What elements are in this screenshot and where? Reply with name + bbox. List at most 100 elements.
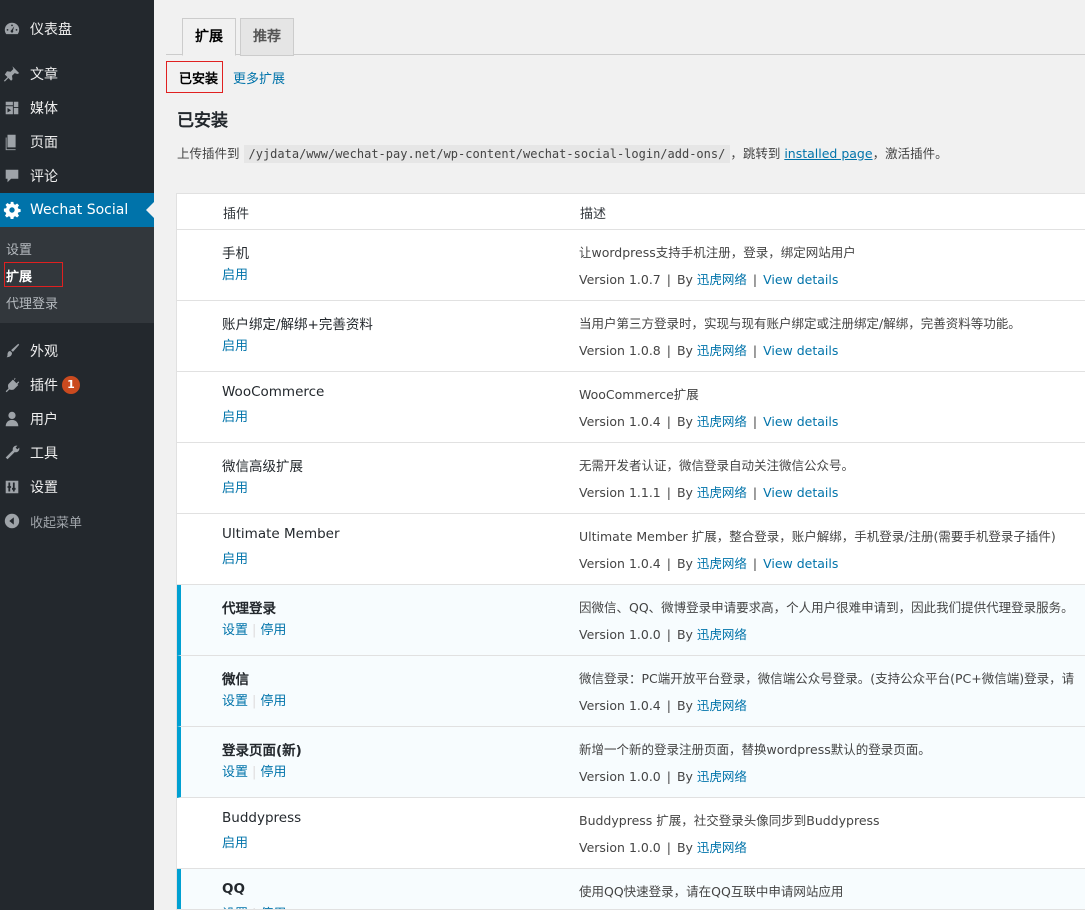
plugin-action-link[interactable]: 启用 xyxy=(222,836,248,851)
meta-separator: | xyxy=(666,627,671,642)
menu-pages[interactable]: 页面 xyxy=(0,125,154,159)
upload-suffix: ，激活插件。 xyxy=(872,146,948,161)
view-details-link[interactable]: View details xyxy=(763,556,838,571)
section-title: 已安装 xyxy=(177,111,228,131)
submenu-proxy-login[interactable]: 代理登录 xyxy=(6,293,58,312)
plugin-name: 代理登录 xyxy=(222,601,276,617)
plugin-by: By xyxy=(676,343,693,358)
menu-users[interactable]: 用户 xyxy=(0,402,154,436)
action-separator: | xyxy=(252,765,257,780)
plugin-by: By xyxy=(676,272,693,287)
plugin-author-link[interactable]: 迅虎网络 xyxy=(697,343,747,358)
plugin-author-link[interactable]: 迅虎网络 xyxy=(697,414,747,429)
plugin-action-link[interactable]: 停用 xyxy=(260,694,286,709)
plugin-name: 账户绑定/解绑+完善资料 xyxy=(222,317,373,333)
plugin-actions: 启用 xyxy=(222,335,248,354)
plugin-description: Buddypress 扩展，社交登录头像同步到Buddypress xyxy=(579,813,880,828)
collapse-icon xyxy=(0,512,30,530)
view-details-link[interactable]: View details xyxy=(763,485,838,500)
plugin-author-link[interactable]: 迅虎网络 xyxy=(697,485,747,500)
menu-comments[interactable]: 评论 xyxy=(0,159,154,193)
meta-separator: | xyxy=(666,840,671,855)
menu-posts[interactable]: 文章 xyxy=(0,57,154,91)
menu-label: 设置 xyxy=(30,480,58,496)
plugin-description: 因微信、QQ、微博登录申请要求高，个人用户很难申请到，因此我们提供代理登录服务。 xyxy=(579,600,1074,615)
plugin-author-link[interactable]: 迅虎网络 xyxy=(697,840,747,855)
meta-separator: | xyxy=(666,272,671,287)
plugin-action-link[interactable]: 设置 xyxy=(222,694,248,709)
menu-dashboard[interactable]: 仪表盘 xyxy=(0,12,154,46)
plugin-by: By xyxy=(676,769,693,784)
menu-label: 收起菜单 xyxy=(30,515,83,531)
column-header-plugin: 插件 xyxy=(223,207,250,222)
plugin-author-link[interactable]: 迅虎网络 xyxy=(697,272,747,287)
menu-media[interactable]: 媒体 xyxy=(0,91,154,125)
pin-icon xyxy=(0,65,30,83)
upload-instructions: 上传插件到 /yjdata/www/wechat-pay.net/wp-cont… xyxy=(177,143,948,163)
plugin-action-link[interactable]: 启用 xyxy=(222,410,248,425)
plugin-action-link[interactable]: 启用 xyxy=(222,268,248,283)
filter-more-extensions[interactable]: 更多扩展 xyxy=(233,68,285,87)
plugin-description: 使用QQ快速登录，请在QQ互联中申请网站应用 xyxy=(579,884,844,899)
comment-icon xyxy=(0,167,30,185)
plugin-action-link[interactable]: 停用 xyxy=(260,765,286,780)
menu-plugins[interactable]: 插件 1 xyxy=(0,368,154,402)
menu-settings[interactable]: 设置 xyxy=(0,470,154,504)
plugin-version: Version 1.0.0 xyxy=(579,840,661,855)
menu-label: 用户 xyxy=(30,412,58,428)
plugin-name: 微信 xyxy=(222,672,249,688)
menu-label: Wechat Social xyxy=(30,202,129,218)
upload-middle: ，跳转到 xyxy=(730,146,781,161)
plugin-action-link[interactable]: 启用 xyxy=(222,552,248,567)
menu-label: 文章 xyxy=(30,67,58,83)
collapse-menu-button[interactable]: 收起菜单 xyxy=(0,504,154,538)
plugin-name: 登录页面(新) xyxy=(222,743,302,759)
plugin-meta: Version 1.0.8 | By 迅虎网络 | View details xyxy=(579,340,838,359)
plugin-by: By xyxy=(676,840,693,855)
plugin-version: Version 1.0.8 xyxy=(579,343,661,358)
view-details-link[interactable]: View details xyxy=(763,272,838,287)
plugin-name: 微信高级扩展 xyxy=(222,459,303,475)
table-row: WooCommerce 启用 WooCommerce扩展 Version 1.0.4 … xyxy=(177,372,1085,443)
filter-installed[interactable]: 已安装 xyxy=(179,68,218,87)
plugin-action-link[interactable]: 启用 xyxy=(222,339,248,354)
menu-appearance[interactable]: 外观 xyxy=(0,334,154,368)
plugin-actions: 启用 xyxy=(222,406,248,425)
menu-wechat-social[interactable]: Wechat Social xyxy=(0,193,154,227)
submenu-settings[interactable]: 设置 xyxy=(6,239,32,258)
menu-label: 外观 xyxy=(30,344,58,360)
plugin-author-link[interactable]: 迅虎网络 xyxy=(697,627,747,642)
meta-separator: | xyxy=(752,343,758,358)
view-details-link[interactable]: View details xyxy=(763,343,838,358)
submenu-extensions[interactable]: 扩展 xyxy=(6,266,32,285)
plugin-author-link[interactable]: 迅虎网络 xyxy=(697,698,747,713)
meta-separator: | xyxy=(666,343,671,358)
plugin-by: By xyxy=(676,414,693,429)
plugin-description: 让wordpress支持手机注册，登录，绑定网站用户 xyxy=(579,245,856,260)
plugin-version: Version 1.1.1 xyxy=(579,485,661,500)
plugin-author-link[interactable]: 迅虎网络 xyxy=(697,769,747,784)
table-row: 登录页面(新) 设置 | 停用 新增一个新的登录注册页面，替换wordpress默认的登… xyxy=(177,727,1085,798)
plugin-action-link[interactable]: 设置 xyxy=(222,765,248,780)
tab-extensions[interactable]: 扩展 xyxy=(182,18,236,56)
table-row: 账户绑定/解绑+完善资料 启用 当用户第三方登录时，实现与现有账户绑定或注册绑定/解… xyxy=(177,301,1085,372)
plugin-version: Version 1.0.7 xyxy=(579,272,661,287)
meta-separator: | xyxy=(666,698,671,713)
tab-recommended[interactable]: 推荐 xyxy=(240,18,294,56)
plugin-actions: 启用 xyxy=(222,832,248,851)
menu-label: 媒体 xyxy=(30,101,58,117)
view-details-link[interactable]: View details xyxy=(763,414,838,429)
plugin-action-link[interactable]: 启用 xyxy=(222,481,248,496)
plugin-action-link[interactable]: 停用 xyxy=(260,623,286,638)
meta-separator: | xyxy=(752,485,758,500)
plugin-meta: Version 1.0.4 | By 迅虎网络 | View details xyxy=(579,411,838,430)
menu-tools[interactable]: 工具 xyxy=(0,436,154,470)
plugin-name: WooCommerce xyxy=(222,384,325,400)
installed-page-link[interactable]: installed page xyxy=(784,146,872,161)
table-row: Ultimate Member 启用 Ultimate Member 扩展，整合登录… xyxy=(177,514,1085,585)
plugin-name: Buddypress xyxy=(222,810,302,826)
plugin-version: Version 1.0.0 xyxy=(579,769,661,784)
plugin-description: Ultimate Member 扩展，整合登录，账户解绑，手机登录/注册(需要手… xyxy=(579,529,1056,544)
plugin-author-link[interactable]: 迅虎网络 xyxy=(697,556,747,571)
plugin-action-link[interactable]: 设置 xyxy=(222,623,248,638)
